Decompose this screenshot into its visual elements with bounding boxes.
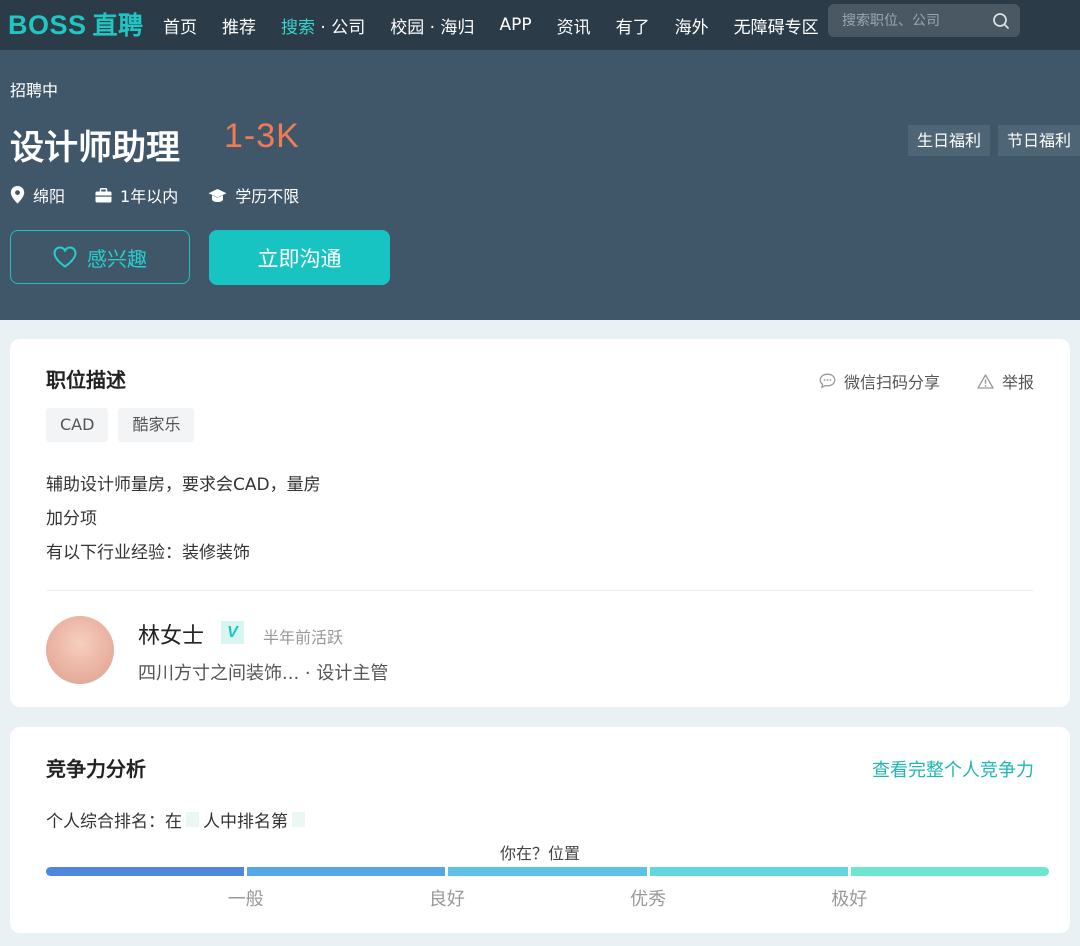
full-competition-link[interactable]: 查看完整个人竞争力 bbox=[872, 756, 1034, 782]
wechat-share-link[interactable]: 微信扫码分享 bbox=[819, 369, 940, 393]
report-link[interactable]: 举报 bbox=[977, 369, 1034, 393]
location-pin-icon bbox=[10, 186, 25, 204]
competition-bar-segment bbox=[850, 867, 1050, 876]
experience-text: 1年以内 bbox=[120, 187, 179, 206]
rank-mid: 人中排名第 bbox=[203, 812, 288, 832]
position-label: 你在？位置 bbox=[499, 844, 580, 863]
graduation-cap-icon bbox=[208, 188, 227, 202]
search-box bbox=[828, 4, 1020, 37]
benefit-tags: 生日福利 节日福利 bbox=[900, 125, 1080, 156]
search-icon[interactable] bbox=[992, 12, 1010, 30]
search-input[interactable] bbox=[842, 12, 987, 29]
competition-bar-segment bbox=[649, 867, 848, 876]
recruiter-active-time: 半年前活跃 bbox=[263, 628, 344, 647]
report-label: 举报 bbox=[1001, 373, 1034, 392]
rank-line: 个人综合排名：在 人中排名第 bbox=[46, 807, 309, 832]
verified-badge-icon: V bbox=[221, 621, 244, 644]
skill-tag: CAD bbox=[46, 408, 109, 442]
benefit-tag: 生日福利 bbox=[907, 125, 990, 156]
rank-total-placeholder bbox=[186, 812, 199, 827]
rank-position-placeholder bbox=[292, 812, 305, 827]
nav-item-company-label: · 公司 bbox=[315, 17, 366, 38]
recruiter-avatar[interactable] bbox=[46, 616, 114, 684]
logo-zh: 直聘 bbox=[92, 11, 144, 40]
competition-level-label: 极好 bbox=[831, 889, 868, 910]
competition-level-labels: 一般 良好 优秀 极好 bbox=[46, 885, 1049, 910]
benefit-tag: 节日福利 bbox=[997, 125, 1080, 156]
recruiter-company-role: 四川方寸之间装饰... · 设计主管 bbox=[138, 663, 389, 684]
competition-bar bbox=[46, 867, 1050, 876]
nav-item-search[interactable]: 搜索 · 公司 bbox=[281, 13, 365, 38]
nav-item-campus[interactable]: 校园 · 海归 bbox=[390, 13, 474, 38]
interest-label: 感兴趣 bbox=[87, 246, 147, 271]
chat-now-button[interactable]: 立即沟通 bbox=[209, 230, 390, 285]
nav-item-youle[interactable]: 有了 bbox=[616, 13, 650, 38]
description-title: 职位描述 bbox=[46, 368, 126, 392]
description-line: 辅助设计师量房，要求会CAD，量房 bbox=[46, 475, 321, 495]
nav-item-recommend[interactable]: 推荐 bbox=[222, 13, 256, 38]
nav-item-overseas[interactable]: 海外 bbox=[675, 13, 709, 38]
job-salary: 1-3K bbox=[224, 117, 300, 155]
location-text: 绵阳 bbox=[33, 187, 66, 206]
competition-bar-segment bbox=[46, 867, 245, 876]
meta-location: 绵阳 bbox=[10, 183, 65, 207]
job-description-text: 辅助设计师量房，要求会CAD，量房 加分项 有以下行业经验：装修装饰 bbox=[46, 468, 321, 570]
nav-item-app[interactable]: APP bbox=[499, 15, 531, 35]
share-label: 微信扫码分享 bbox=[843, 373, 940, 392]
interest-button[interactable]: 感兴趣 bbox=[10, 230, 190, 284]
description-line: 加分项 bbox=[46, 509, 97, 529]
top-nav: BOSS 直聘 首页 推荐 搜索 · 公司 校园 · 海归 APP 资讯 有了 海… bbox=[0, 0, 1080, 50]
nav-menu: 首页 推荐 搜索 · 公司 校园 · 海归 APP 资讯 有了 海外 无障碍专区 bbox=[163, 0, 844, 50]
chat-bubble-icon bbox=[819, 373, 836, 389]
job-description-card: 职位描述 微信扫码分享 举报 CAD 酷家乐 辅助设计师量房，要求会CAD，量房… bbox=[10, 339, 1070, 707]
job-title: 设计师助理 bbox=[10, 128, 180, 168]
divider bbox=[46, 590, 1034, 591]
competition-level-label: 优秀 bbox=[630, 889, 667, 910]
recruiter-name: 林女士 bbox=[138, 624, 205, 649]
nav-item-search-label: 搜索 bbox=[281, 17, 315, 38]
meta-education: 学历不限 bbox=[208, 183, 299, 207]
logo[interactable]: BOSS 直聘 bbox=[8, 6, 144, 42]
briefcase-icon bbox=[95, 187, 112, 202]
job-meta: 绵阳 1年以内 学历不限 bbox=[10, 183, 329, 207]
rank-prefix: 个人综合排名：在 bbox=[46, 812, 182, 832]
nav-item-accessibility[interactable]: 无障碍专区 bbox=[734, 13, 819, 38]
warning-icon bbox=[977, 373, 994, 389]
competition-title: 竞争力分析 bbox=[46, 757, 146, 781]
education-text: 学历不限 bbox=[235, 187, 300, 206]
job-status: 招聘中 bbox=[10, 81, 59, 100]
competition-level-label: 良好 bbox=[428, 889, 465, 910]
logo-en: BOSS bbox=[8, 10, 87, 40]
heart-icon bbox=[53, 246, 77, 268]
competition-bar-segment bbox=[247, 867, 446, 876]
competition-card: 竞争力分析 查看完整个人竞争力 个人综合排名：在 人中排名第 你在？位置 一般 良… bbox=[10, 727, 1070, 933]
nav-item-news[interactable]: 资讯 bbox=[557, 13, 591, 38]
nav-item-home[interactable]: 首页 bbox=[163, 13, 197, 38]
competition-bar-segment bbox=[448, 867, 647, 876]
job-header: 招聘中 设计师助理 1-3K 生日福利 节日福利 绵阳 1年以内 学历不限 感兴… bbox=[0, 50, 1080, 320]
skill-tags: CAD 酷家乐 bbox=[46, 408, 204, 442]
description-line: 有以下行业经验：装修装饰 bbox=[46, 543, 250, 563]
meta-experience: 1年以内 bbox=[95, 183, 178, 207]
competition-level-label: 一般 bbox=[227, 889, 264, 910]
skill-tag: 酷家乐 bbox=[118, 408, 195, 442]
